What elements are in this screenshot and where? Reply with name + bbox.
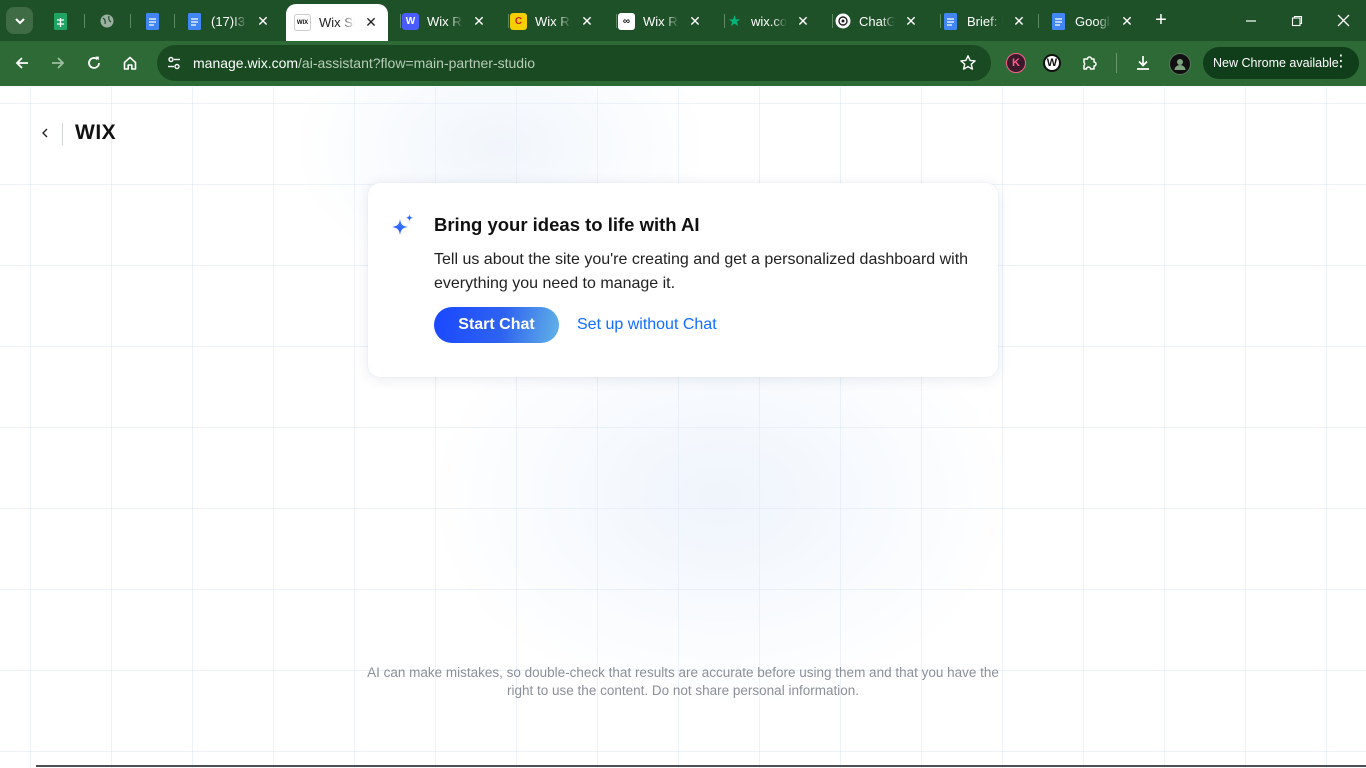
tab-strip: (17)I3 t ✕ WIX Wix Sit ✕ W Wix Re ✕ C Wix Re ✕ ∞ Wix… — [0, 0, 1366, 41]
tab-separator — [174, 14, 175, 28]
arrow-right-icon — [52, 57, 65, 69]
url-text: manage.wix.com/ai-assistant?flow=main-pa… — [193, 55, 535, 71]
tab-search-button[interactable] — [6, 7, 33, 34]
tab-close-icon[interactable]: ✕ — [1011, 13, 1027, 30]
tab-close-icon[interactable]: ✕ — [1119, 13, 1135, 30]
tab[interactable] — [48, 4, 74, 38]
tab-separator — [130, 14, 131, 28]
infinity-icon: ∞ — [618, 12, 635, 30]
chatgpt-icon — [834, 13, 851, 30]
tab[interactable]: ★ wix.cor ✕ — [718, 4, 818, 38]
docs-icon — [942, 12, 959, 30]
star-icon: ★ — [727, 13, 742, 30]
sheets-icon — [52, 12, 69, 30]
puzzle-icon — [1083, 56, 1097, 70]
ai-assistant-card: Bring your ideas to life with AI Tell us… — [368, 183, 998, 377]
downloads-button[interactable] — [1129, 49, 1157, 77]
tab-close-icon[interactable]: ✕ — [795, 13, 811, 30]
chrome-update-button[interactable]: New Chrome available ⋮ — [1203, 47, 1359, 79]
home-icon — [123, 56, 137, 70]
chrome-update-label: New Chrome available — [1213, 56, 1339, 70]
extensions-puzzle-button[interactable] — [1076, 49, 1104, 77]
tab-title: Wix Re — [427, 13, 463, 29]
logo-divider — [62, 123, 63, 145]
docs-icon — [1050, 12, 1067, 30]
tab-title: Brief: I — [967, 13, 1003, 29]
tab[interactable]: ChatGI ✕ — [826, 4, 926, 38]
chevron-left-icon — [42, 128, 48, 138]
tab[interactable] — [94, 4, 120, 38]
tab-title: (17)I3 t — [211, 13, 247, 29]
card-description: Tell us about the site you're creating a… — [434, 251, 969, 292]
chevron-down-icon — [14, 17, 25, 24]
tab[interactable]: Brief: I ✕ — [934, 4, 1034, 38]
tab[interactable] — [140, 4, 166, 38]
new-tab-button[interactable]: + — [1150, 9, 1172, 31]
tab-close-icon[interactable]: ✕ — [363, 14, 379, 31]
more-options-icon[interactable]: ⋮ — [1333, 53, 1349, 71]
start-chat-button[interactable]: Start Chat — [434, 307, 559, 343]
tab-title: wix.cor — [751, 13, 787, 29]
close-window-button[interactable] — [1320, 0, 1366, 41]
ai-sparkle-icon — [392, 214, 414, 235]
reload-button[interactable] — [80, 49, 108, 77]
setup-without-chat-link[interactable]: Set up without Chat — [577, 316, 717, 334]
restore-button[interactable] — [1274, 0, 1320, 41]
k-extension-icon[interactable]: K — [1006, 53, 1026, 73]
c-icon: C — [510, 12, 527, 30]
minimize-icon — [1246, 19, 1256, 22]
url-path: /ai-assistant?flow=main-partner-studio — [298, 55, 535, 71]
globe-icon — [98, 13, 115, 30]
tab-separator — [1038, 14, 1039, 28]
tab-title: Wix Re — [643, 13, 679, 29]
toolbar-separator — [1116, 53, 1117, 73]
back-button[interactable] — [8, 49, 36, 77]
tab[interactable]: C Wix Re ✕ — [502, 4, 602, 38]
ai-disclaimer: AI can make mistakes, so double-check th… — [367, 665, 999, 698]
tab-title: Google — [1075, 13, 1111, 29]
page-content: WIX Bring your ideas to life with AI Tel… — [0, 87, 1366, 768]
tab-title: ChatGI — [859, 13, 895, 29]
tab-close-icon[interactable]: ✕ — [471, 13, 487, 30]
tab[interactable]: ∞ Wix Re ✕ — [610, 4, 710, 38]
tab-title: Wix Re — [535, 13, 571, 29]
arrow-left-icon — [15, 57, 28, 69]
close-icon — [1337, 14, 1349, 27]
wix-icon: WIX — [294, 14, 311, 31]
tab-active[interactable]: WIX Wix Sit ✕ — [286, 4, 388, 41]
tab-separator — [84, 14, 85, 28]
tab[interactable]: W Wix Re ✕ — [394, 4, 494, 38]
tab-title: Wix Sit — [319, 15, 355, 30]
tab-close-icon[interactable]: ✕ — [687, 13, 703, 30]
tab-close-icon[interactable]: ✕ — [579, 13, 595, 30]
restore-icon — [1291, 15, 1303, 26]
bottom-scroll-line — [36, 765, 1366, 767]
card-title: Bring your ideas to life with AI — [434, 214, 700, 235]
download-icon — [1137, 56, 1149, 70]
forward-button[interactable] — [44, 49, 72, 77]
docs-icon — [144, 12, 161, 30]
tab-close-icon[interactable]: ✕ — [903, 13, 919, 30]
docs-icon — [186, 12, 203, 30]
tab-close-icon[interactable]: ✕ — [255, 13, 271, 30]
minimize-button[interactable] — [1228, 0, 1274, 41]
tab[interactable]: (17)I3 t ✕ — [178, 4, 278, 38]
profile-avatar[interactable] — [1169, 53, 1191, 75]
wix-w-icon: W — [402, 12, 419, 30]
tab[interactable]: Google ✕ — [1042, 4, 1142, 38]
avatar-icon — [1174, 59, 1186, 70]
bookmark-star-icon[interactable] — [959, 54, 977, 72]
browser-toolbar: manage.wix.com/ai-assistant?flow=main-pa… — [0, 41, 1366, 86]
wix-logo: WIX — [75, 121, 117, 144]
home-button[interactable] — [116, 49, 144, 77]
w-extension-icon[interactable]: W — [1043, 54, 1061, 72]
site-info-icon[interactable] — [164, 53, 184, 73]
url-host: manage.wix.com — [193, 55, 299, 71]
back-to-dashboard-button[interactable] — [36, 124, 54, 142]
reload-icon — [88, 56, 100, 69]
address-bar[interactable]: manage.wix.com/ai-assistant?flow=main-pa… — [157, 45, 991, 81]
